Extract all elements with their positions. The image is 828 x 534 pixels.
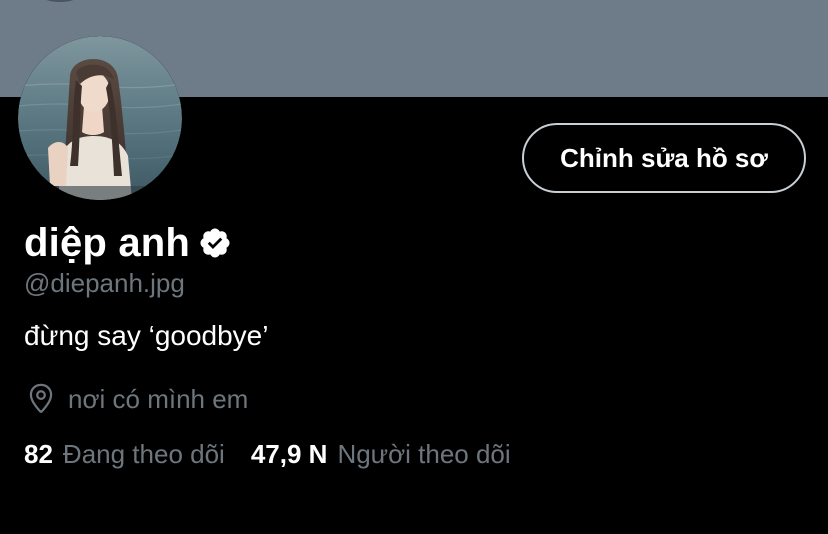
followers-link[interactable]: 47,9 N Người theo dõi [251, 439, 511, 470]
profile-page: Chỉnh sửa hồ sơ diệp anh @diepanh.jpg đừ… [0, 0, 828, 534]
profile-handle: @diepanh.jpg [24, 268, 185, 298]
edit-profile-button[interactable]: Chỉnh sửa hồ sơ [522, 123, 806, 193]
following-count: 82 [24, 439, 53, 469]
followers-label: Người theo dõi [337, 439, 511, 469]
map-pin-icon [26, 383, 56, 415]
location-row: nơi có mình em [26, 380, 248, 418]
stats-row: 82 Đang theo dõi 47,9 N Người theo dõi [24, 439, 511, 470]
display-name: diệp anh [24, 220, 191, 265]
banner-edge-shape [42, 0, 78, 2]
profile-location: nơi có mình em [68, 383, 249, 414]
avatar-photo [18, 36, 182, 200]
avatar[interactable] [18, 36, 182, 200]
following-link[interactable]: 82 Đang theo dõi [24, 439, 225, 470]
profile-bio: đừng say ‘goodbye’ [24, 320, 269, 351]
following-label: Đang theo dõi [62, 439, 225, 469]
name-row: diệp anh [24, 217, 232, 269]
verified-badge-icon [198, 226, 232, 260]
followers-count: 47,9 N [250, 439, 328, 469]
